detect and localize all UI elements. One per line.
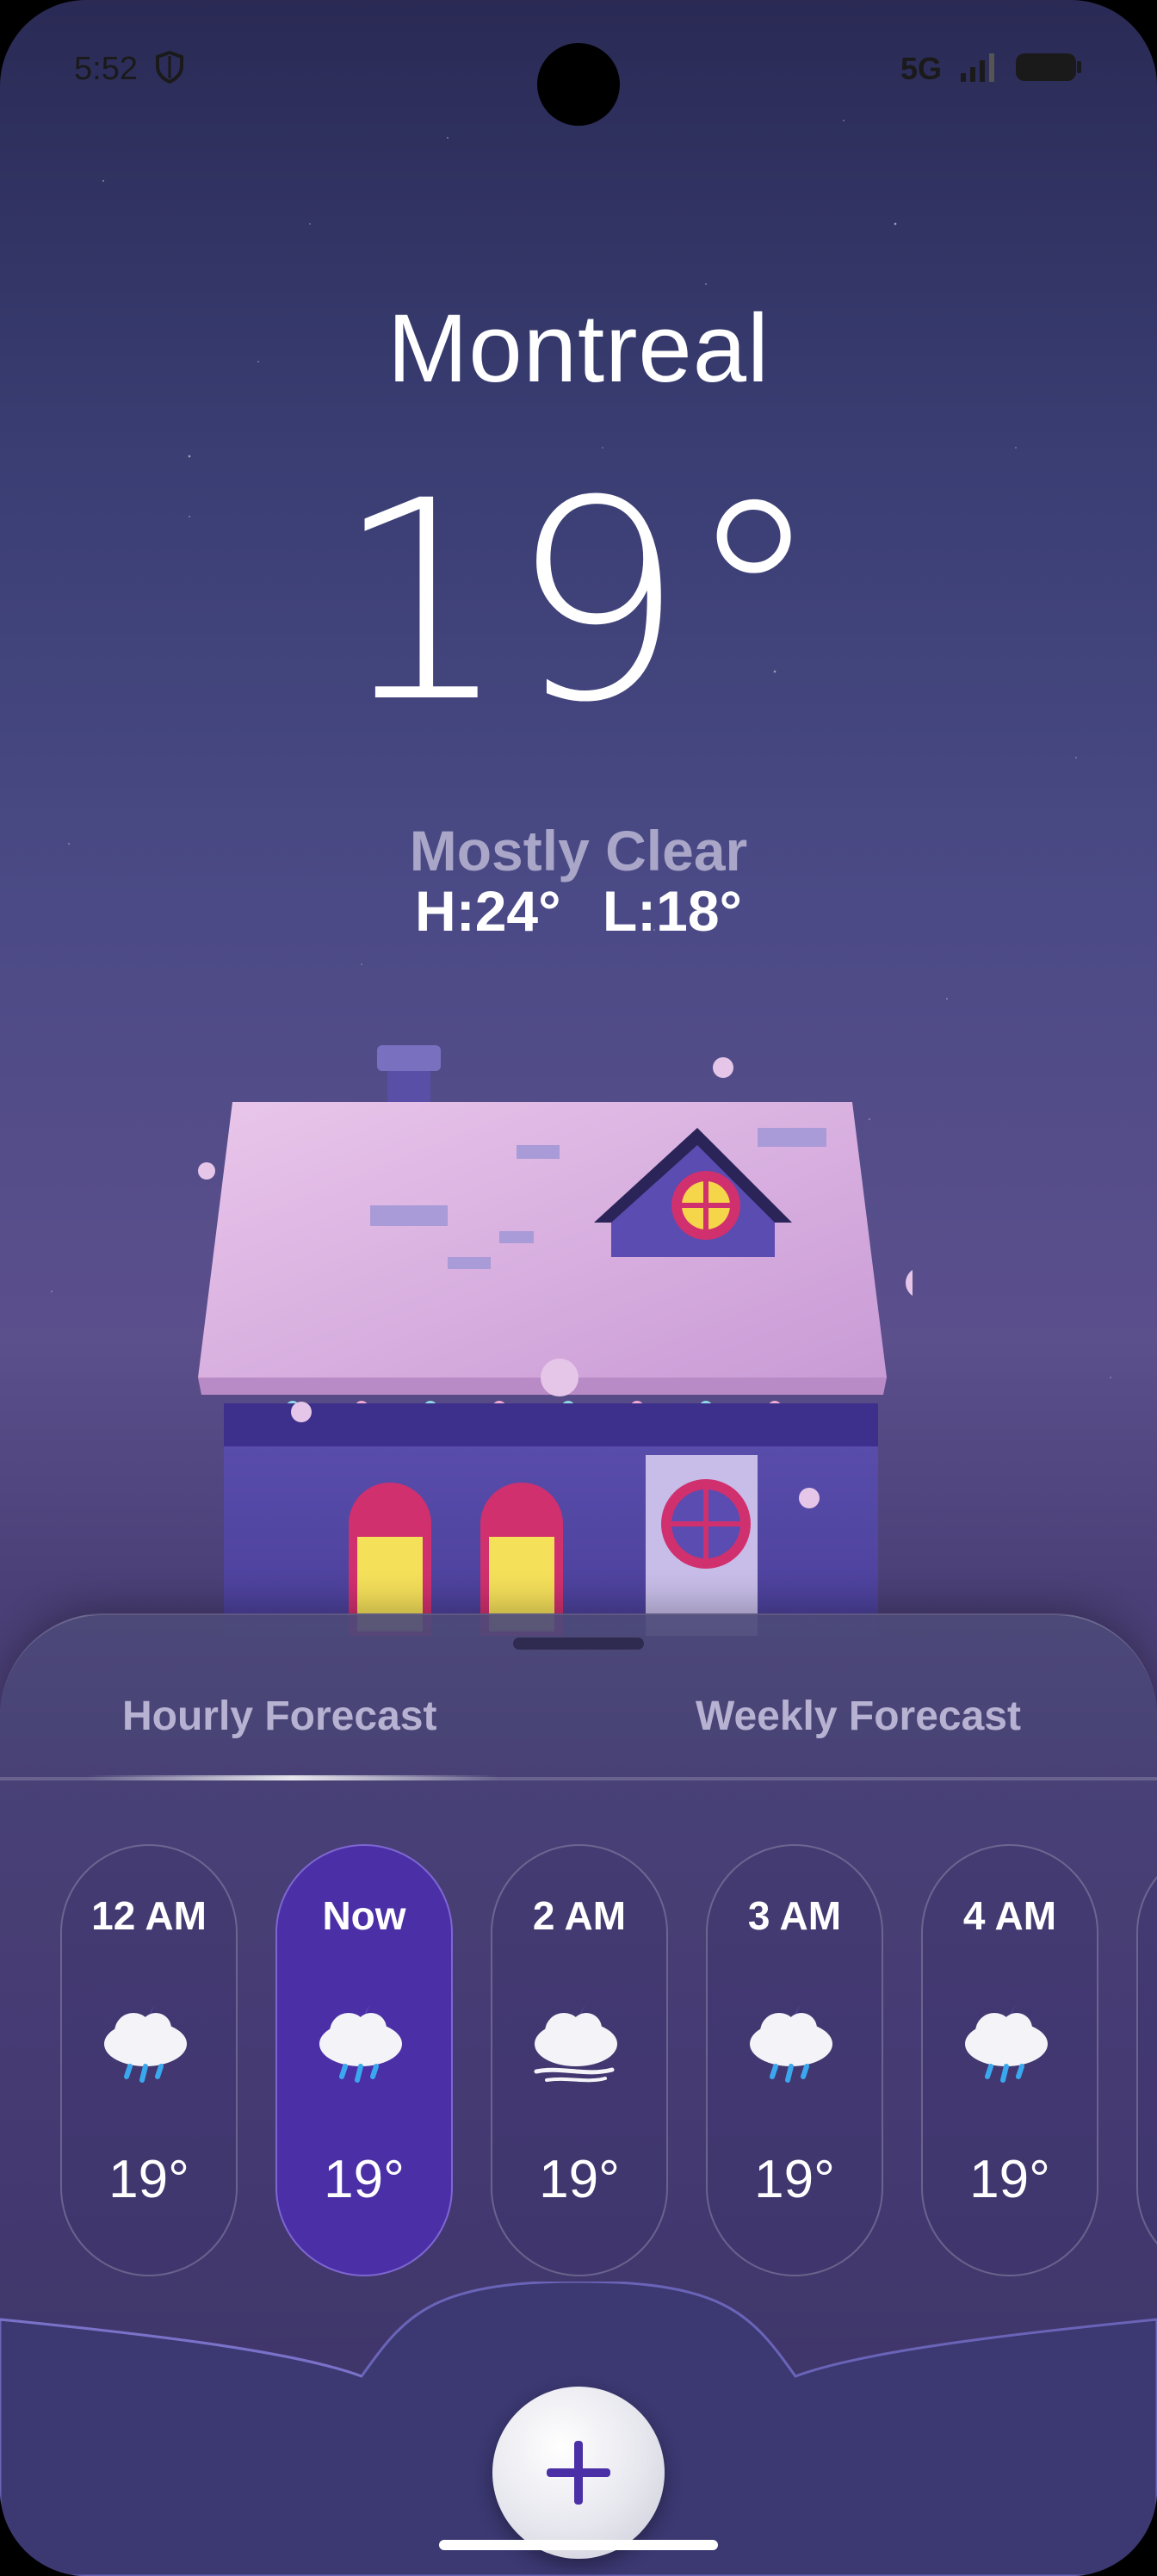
hourly-card[interactable]: 3 AM 19° [706,1844,883,2276]
status-time: 5:52 [74,50,138,87]
hourly-forecast-list[interactable]: 12 AM 19° Now 19° 2 AM 19° 3 AM 19° 4 AM… [60,1844,1157,2283]
current-temperature: 19° [334,443,823,763]
hourly-card[interactable]: 12 AM 19° [60,1844,238,2276]
active-tab-indicator [86,1775,499,1780]
house-illustration [198,1045,913,1636]
hourly-time: 4 AM [962,1893,1057,1938]
plus-icon [547,2441,610,2505]
hourly-temperature: 19° [108,2150,189,2209]
add-location-button[interactable] [492,2387,665,2559]
weather-condition: Mostly Clear [409,819,748,882]
hourly-time: 2 AM [532,1893,627,1938]
night-rain-cloud-icon [965,2004,1048,2083]
hourly-temperature: 19° [969,2150,1050,2209]
battery-icon [1014,51,1083,88]
night-rain-cloud-icon [319,2004,402,2083]
sheet-grab-handle[interactable] [513,1638,644,1650]
hourly-time: 3 AM [747,1893,842,1938]
home-indicator[interactable] [439,2540,718,2550]
forecast-tabs: Hourly Forecast Weekly Forecast [0,1693,1157,1762]
hourly-time: Now [322,1893,406,1938]
network-type: 5G [900,51,942,86]
hourly-card[interactable]: 4 AM 19° [921,1844,1098,2276]
night-rain-cloud-icon [104,2004,187,2083]
status-bar: 5:52 5G [74,41,1083,96]
hourly-card[interactable]: 2 AM 19° [491,1844,668,2276]
night-windy-cloud-icon [534,2004,617,2083]
weather-app-screen: 5:52 5G Montreal 19° Mostly Clear H:24° … [0,0,1157,2576]
hourly-card-now[interactable]: Now 19° [275,1844,453,2276]
shield-icon [155,50,184,88]
hourly-temperature: 19° [539,2150,620,2209]
city-name: Montreal [387,294,770,402]
tab-hourly-forecast[interactable]: Hourly Forecast [122,1693,436,1740]
high-low-temperature: H:24° L:18° [415,879,742,943]
tab-weekly-forecast[interactable]: Weekly Forecast [696,1693,1021,1740]
hourly-temperature: 19° [324,2150,405,2209]
signal-icon [959,53,997,86]
hourly-card-partial[interactable] [1136,1844,1157,2276]
hourly-temperature: 19° [754,2150,835,2209]
hourly-time: 12 AM [91,1893,207,1938]
night-rain-cloud-icon [750,2004,832,2083]
